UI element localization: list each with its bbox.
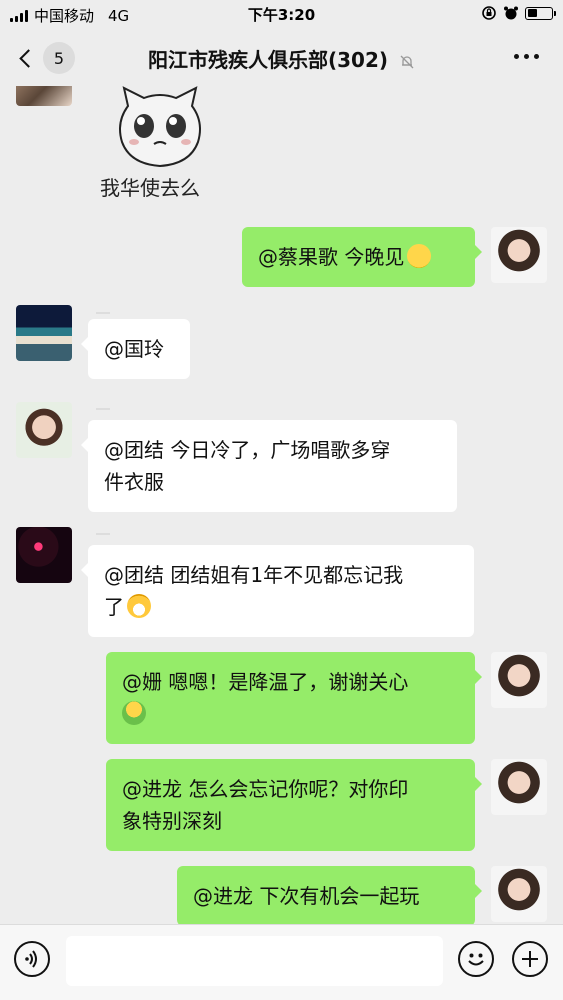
message-input[interactable] [66, 936, 443, 986]
message-bubble[interactable]: @国玲 [81, 319, 190, 379]
message-text-line: 了 [104, 595, 124, 619]
input-bar [0, 924, 563, 1000]
voice-icon [25, 950, 37, 968]
status-time: 下午3:20 [247, 6, 316, 24]
avatar[interactable] [16, 527, 72, 583]
sender-nickname [96, 533, 110, 539]
sender-nickname [96, 408, 110, 414]
orientation-lock-icon [482, 6, 496, 20]
chat-title: 阳江市残疾人俱乐部(302) [148, 48, 389, 72]
avatar[interactable] [16, 305, 72, 361]
cheer-emoji-icon [122, 701, 146, 725]
message-bubble[interactable]: @团结 团结姐有1年不见都忘记我 了 [81, 545, 474, 637]
voice-button[interactable] [14, 941, 50, 977]
message-bubble[interactable]: @进龙 怎么会忘记你呢？对你印 象特别深刻 [106, 759, 482, 851]
alarm-icon [504, 6, 518, 20]
message-bubble[interactable]: @蔡果歌 今晚见 [242, 227, 482, 287]
avatar[interactable] [16, 86, 72, 106]
muted-bell-icon [400, 55, 414, 68]
message-bubble[interactable]: @团结 今日冷了，广场唱歌多穿 件衣服 [81, 420, 457, 512]
more-functions-button[interactable] [512, 941, 548, 977]
more-options-button[interactable] [514, 54, 539, 59]
message-text-line: @团结 团结姐有1年不见都忘记我 [104, 563, 404, 587]
message-text: @蔡果歌 今晚见 [258, 245, 405, 269]
emoji-button[interactable] [458, 941, 494, 977]
message-text-line: @姗 嗯嗯！是降温了，谢谢关心 [122, 670, 409, 694]
sticker-caption: 我华使去么 [100, 176, 200, 200]
message-text: @进龙 下次有机会一起玩 [193, 884, 420, 908]
my-avatar[interactable] [491, 227, 547, 283]
mask-emoji-icon [127, 594, 151, 618]
chat-area[interactable]: 我华使去么 @蔡果歌 今晚见 @国玲 @团结 今日冷了，广场唱歌多穿 件衣服 @… [0, 86, 563, 924]
status-bar: 中国移动 4G 下午3:20 [0, 0, 563, 28]
sticker-message[interactable]: 我华使去么 [100, 86, 220, 200]
message-text-line: 件衣服 [104, 470, 164, 494]
status-right [481, 5, 556, 21]
grin-emoji-icon [407, 244, 432, 268]
smiley-icon [468, 953, 484, 966]
message-text-line: @进龙 怎么会忘记你呢？对你印 [122, 777, 409, 801]
message-bubble[interactable]: @进龙 下次有机会一起玩 [177, 866, 482, 924]
message-text-line: @团结 今日冷了，广场唱歌多穿 [104, 438, 391, 462]
my-avatar[interactable] [491, 866, 547, 922]
message-bubble[interactable]: @姗 嗯嗯！是降温了，谢谢关心 [106, 652, 482, 744]
avatar[interactable] [16, 402, 72, 458]
my-avatar[interactable] [491, 759, 547, 815]
sender-nickname [96, 312, 110, 318]
battery-icon [525, 6, 556, 20]
my-avatar[interactable] [491, 652, 547, 708]
chat-title-wrap: 阳江市残疾人俱乐部(302) [0, 44, 563, 73]
message-text: @国玲 [104, 337, 164, 361]
chat-header: 5 阳江市残疾人俱乐部(302) [0, 28, 563, 86]
cat-sticker-icon [119, 86, 201, 168]
message-text-line: 象特别深刻 [122, 809, 222, 833]
plus-icon [522, 951, 538, 967]
